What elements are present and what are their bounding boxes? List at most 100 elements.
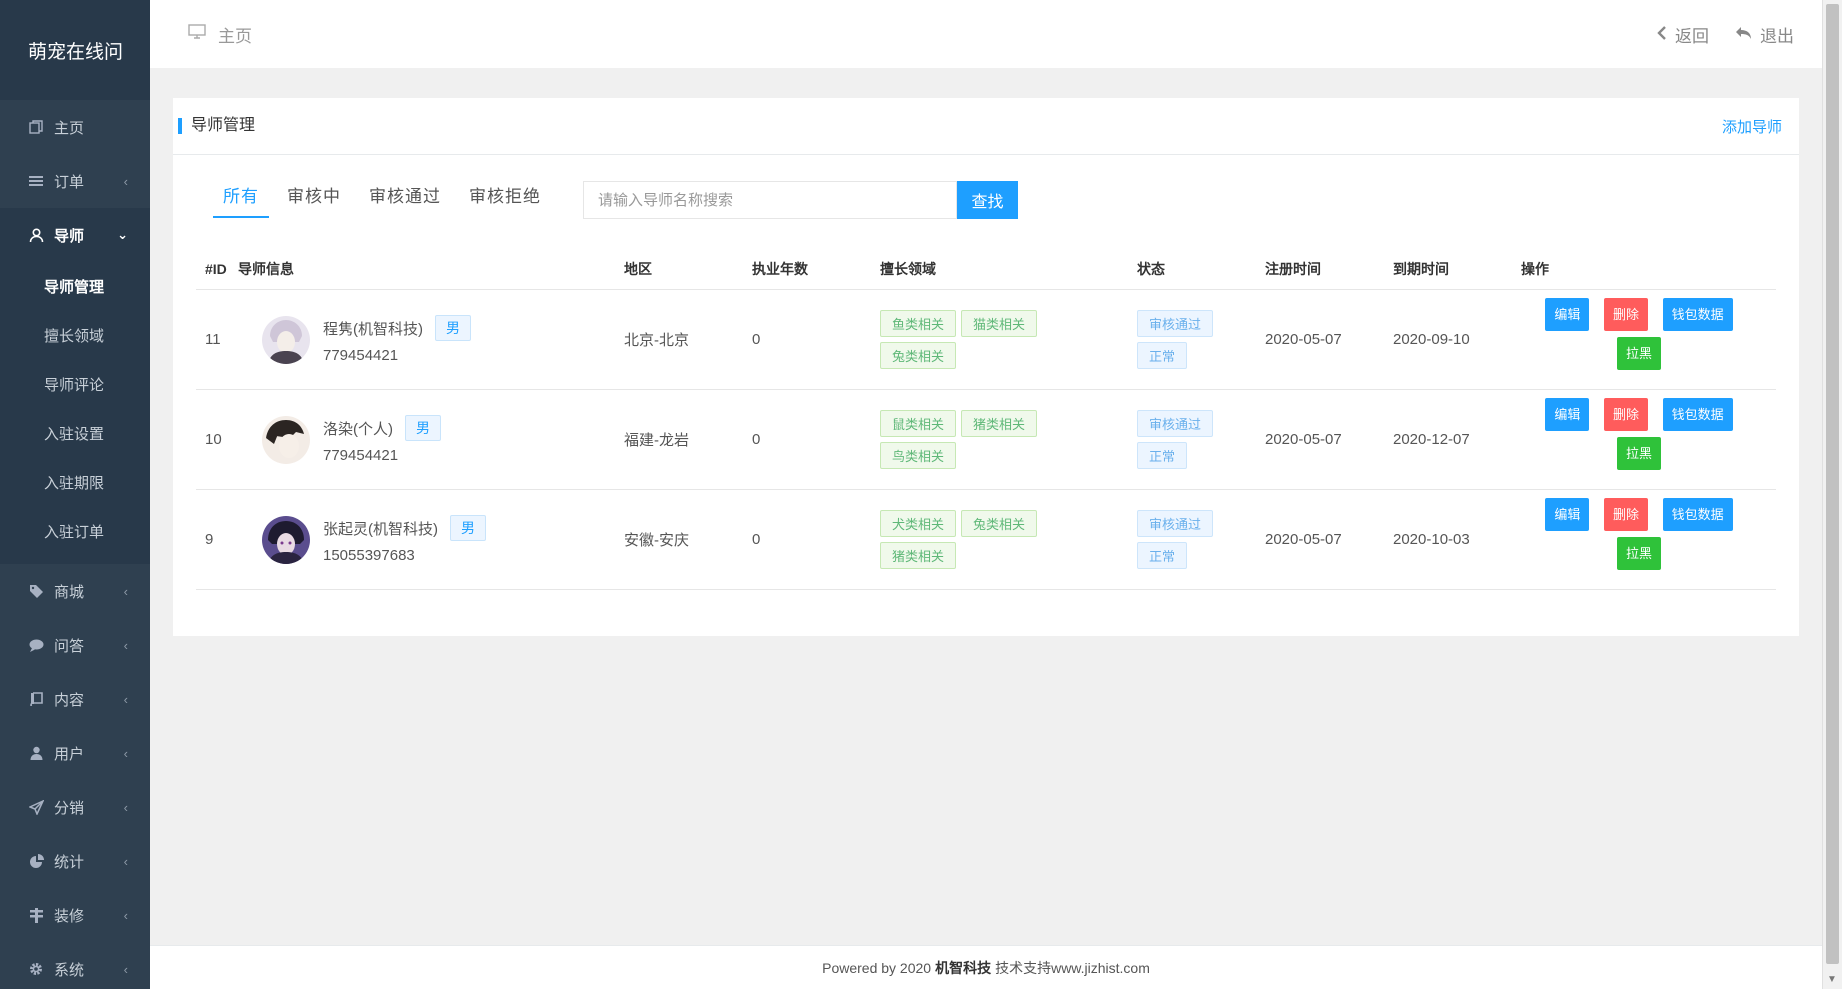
edit-button[interactable]: 编辑 — [1545, 497, 1590, 531]
breadcrumb-home: 主页 — [218, 26, 252, 46]
comment-icon — [28, 637, 44, 653]
registered-date: 2020-05-07 — [1265, 531, 1342, 548]
chevron-left-icon: ‹ — [123, 583, 128, 599]
delete-button[interactable]: 删除 — [1603, 397, 1648, 431]
field-tag: 犬类相关 — [880, 510, 957, 537]
field-tags: 鼠类相关 猪类相关 鸟类相关 — [880, 410, 1060, 469]
delete-button[interactable]: 删除 — [1603, 497, 1648, 531]
expire-date: 2020-09-10 — [1393, 331, 1470, 348]
block-button[interactable]: 拉黑 — [1616, 436, 1661, 470]
sidebar-item-users[interactable]: 用户 ‹ — [0, 726, 150, 780]
submenu-item-expertise[interactable]: 擅长领域 — [0, 311, 150, 360]
chevron-left-icon: ‹ — [123, 173, 128, 189]
breadcrumb[interactable]: 主页 — [188, 22, 252, 47]
tab-approved[interactable]: 审核通过 — [359, 183, 451, 218]
sidebar-item-mentors[interactable]: 导师 ⌄ — [0, 208, 150, 262]
back-button[interactable]: 返回 — [1657, 22, 1709, 47]
tab-all[interactable]: 所有 — [213, 183, 269, 218]
registered-date: 2020-05-07 — [1265, 431, 1342, 448]
logout-button[interactable]: 退出 — [1735, 22, 1794, 47]
row-id: 9 — [205, 531, 214, 548]
header-actions: 操作 — [1521, 260, 1549, 277]
delete-button[interactable]: 删除 — [1603, 297, 1648, 331]
back-label: 返回 — [1675, 26, 1709, 46]
add-mentor-link[interactable]: 添加导师 — [1722, 116, 1782, 137]
tag-icon — [28, 583, 44, 599]
wallet-button[interactable]: 钱包数据 — [1662, 297, 1733, 331]
mentor-years: 0 — [752, 531, 761, 548]
card-title: 导师管理 — [178, 118, 255, 134]
mentor-years: 0 — [752, 431, 761, 448]
sidebar-item-content[interactable]: 内容 ‹ — [0, 672, 150, 726]
copy-icon — [28, 119, 44, 135]
edit-button[interactable]: 编辑 — [1545, 297, 1590, 331]
sidebar-item-label: 装修 — [54, 907, 85, 925]
sidebar-item-label: 内容 — [54, 691, 85, 709]
header-status: 状态 — [1137, 260, 1165, 277]
submenu-item-settle-orders[interactable]: 入驻订单 — [0, 507, 150, 556]
footer-suffix: 技术支持www.jizhist.com — [995, 959, 1150, 976]
submenu-item-mentor-management[interactable]: 导师管理 — [0, 262, 150, 311]
sidebar-item-orders[interactable]: 订单 ‹ — [0, 154, 150, 208]
monitor-icon — [188, 24, 206, 44]
mentor-name: 洛染(个人) — [323, 420, 393, 438]
table-header: #ID 导师信息 地区 执业年数 擅长领域 状态 注册时间 到期时间 操作 — [196, 248, 1776, 290]
sidebar-item-label: 商城 — [54, 583, 85, 601]
sidebar-item-shop[interactable]: 商城 ‹ — [0, 564, 150, 618]
tab-pending[interactable]: 审核中 — [277, 183, 351, 218]
registered-date: 2020-05-07 — [1265, 331, 1342, 348]
brand-title: 萌宠在线问 — [0, 0, 150, 100]
sidebar-item-system[interactable]: 系统 ‹ — [0, 942, 150, 989]
row-actions: 编辑 删除 钱包数据 拉黑 — [1541, 297, 1737, 370]
mentor-name: 程隽(机智科技) — [323, 320, 423, 338]
sidebar-item-decoration[interactable]: 装修 ‹ — [0, 888, 150, 942]
table-row: 9 张起灵(机智科技) 男 15055397683 安徽-安庆 0 犬类相关 兔… — [196, 490, 1776, 590]
send-icon — [28, 799, 44, 815]
search-input[interactable] — [583, 181, 957, 219]
submenu-item-settle-settings[interactable]: 入驻设置 — [0, 409, 150, 458]
chevron-left-icon: ‹ — [123, 853, 128, 869]
wallet-button[interactable]: 钱包数据 — [1662, 397, 1733, 431]
chevron-left-icon: ‹ — [123, 745, 128, 761]
account-status-badge: 正常 — [1137, 542, 1188, 569]
submenu-item-reviews[interactable]: 导师评论 — [0, 360, 150, 409]
header-registered: 注册时间 — [1265, 260, 1321, 277]
edit-button[interactable]: 编辑 — [1545, 397, 1590, 431]
submenu-item-settle-period[interactable]: 入驻期限 — [0, 458, 150, 507]
sidebar-item-statistics[interactable]: 统计 ‹ — [0, 834, 150, 888]
chevron-down-icon: ⌄ — [117, 227, 128, 242]
avatar — [262, 515, 310, 564]
gender-badge: 男 — [450, 515, 486, 541]
block-button[interactable]: 拉黑 — [1616, 536, 1661, 570]
row-id: 11 — [205, 331, 221, 348]
footer-company: 机智科技 — [935, 959, 992, 976]
scroll-down-icon[interactable]: ▼ — [1827, 974, 1837, 985]
list-icon — [28, 173, 44, 189]
field-tag: 鼠类相关 — [880, 410, 957, 437]
expire-date: 2020-12-07 — [1393, 431, 1470, 448]
audit-status-badge: 审核通过 — [1137, 410, 1214, 437]
wallet-button[interactable]: 钱包数据 — [1662, 497, 1733, 531]
header-years: 执业年数 — [752, 260, 808, 277]
sidebar-item-label: 系统 — [54, 961, 85, 979]
row-id: 10 — [205, 431, 222, 448]
header-info: 导师信息 — [238, 260, 294, 277]
audit-status-badge: 审核通过 — [1137, 510, 1214, 537]
page-scrollbar[interactable]: ▼ — [1822, 0, 1842, 989]
sidebar-item-qa[interactable]: 问答 ‹ — [0, 618, 150, 672]
mentor-table: #ID 导师信息 地区 执业年数 擅长领域 状态 注册时间 到期时间 操作 11… — [196, 248, 1776, 590]
field-tag: 猪类相关 — [961, 410, 1038, 437]
header-id: #ID — [205, 260, 227, 277]
block-button[interactable]: 拉黑 — [1616, 336, 1661, 370]
tab-rejected[interactable]: 审核拒绝 — [459, 183, 551, 218]
sidebar-item-home[interactable]: 主页 — [0, 100, 150, 154]
table-row: 11 程隽(机智科技) 男 779454421 北京-北京 0 鱼类相关 猫类相… — [196, 290, 1776, 390]
scrollbar-thumb[interactable] — [1826, 4, 1839, 964]
sidebar-item-distribution[interactable]: 分销 ‹ — [0, 780, 150, 834]
search-button[interactable]: 查找 — [957, 181, 1018, 219]
status-tabs: 所有 审核中 审核通过 审核拒绝 — [213, 183, 559, 218]
sidebar-item-label: 分销 — [54, 799, 85, 817]
reply-icon — [1735, 24, 1752, 45]
mentor-name: 张起灵(机智科技) — [323, 520, 438, 538]
gear-icon — [28, 961, 44, 977]
